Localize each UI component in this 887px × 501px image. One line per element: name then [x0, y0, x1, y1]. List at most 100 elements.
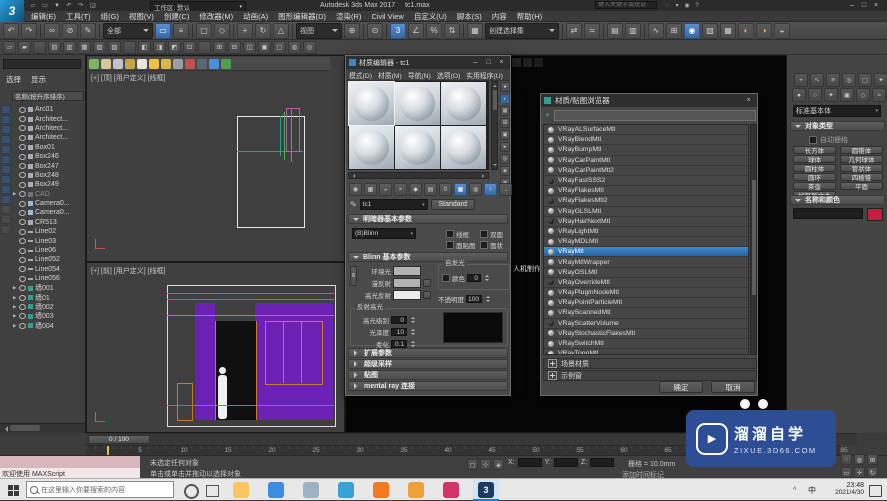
- material-list-item[interactable]: VRayMtlWrapper: [544, 257, 748, 267]
- layer-manager-icon[interactable]: ▤: [607, 23, 623, 39]
- foliage-icon[interactable]: [221, 59, 231, 69]
- viewport-front[interactable]: [+] [前] [用户定义] [线框]: [86, 262, 345, 433]
- material-list-item[interactable]: VRayLightMtl: [544, 227, 748, 237]
- explorer-search-input[interactable]: [3, 59, 81, 69]
- material-list-item[interactable]: VRaySwitchMtl: [544, 339, 748, 349]
- me-menu-item[interactable]: 导航(N): [405, 69, 434, 80]
- rotate-icon[interactable]: ↻: [255, 23, 271, 39]
- make-unique-icon[interactable]: ◆: [409, 183, 422, 196]
- filter-geometry-icon[interactable]: [1, 105, 11, 114]
- scene-object-row[interactable]: Arc01: [13, 105, 86, 114]
- cone-primitive-icon[interactable]: [101, 59, 111, 69]
- visibility-eye-icon[interactable]: [19, 172, 26, 178]
- menu-item[interactable]: 组(G): [96, 11, 124, 22]
- browser-scrollbar[interactable]: [750, 124, 757, 355]
- separator[interactable]: [386, 24, 387, 38]
- visibility-eye-icon[interactable]: [19, 210, 26, 216]
- material-list-item[interactable]: VRayMDLMtl: [544, 237, 748, 247]
- spacewarps-category-icon[interactable]: ≈: [872, 88, 886, 102]
- visibility-eye-icon[interactable]: [19, 163, 26, 169]
- display-tab-icon[interactable]: ▢: [858, 73, 872, 87]
- undo-icon[interactable]: ↶: [3, 23, 19, 39]
- scroll-left-arrow-icon[interactable]: [351, 174, 355, 178]
- visibility-eye-icon[interactable]: [19, 285, 26, 291]
- menu-item[interactable]: 创建(C): [159, 11, 194, 22]
- material-editor-icon[interactable]: ◉: [684, 23, 700, 39]
- material-list-item[interactable]: VRayFlakesMtl2: [544, 196, 748, 206]
- wire-checkbox[interactable]: [446, 230, 454, 238]
- put-to-scene-icon[interactable]: ▦: [364, 183, 377, 196]
- specular-level-field[interactable]: 0: [391, 316, 407, 324]
- primitive-button[interactable]: 几何球体: [840, 155, 883, 163]
- scene-object-row[interactable]: Line02: [13, 227, 86, 236]
- graphite-ribbon-icon[interactable]: ▥: [625, 23, 641, 39]
- visibility-eye-icon[interactable]: [19, 238, 26, 244]
- filter-bones-icon[interactable]: [1, 185, 11, 194]
- me-close-button[interactable]: ×: [496, 58, 507, 67]
- explorer-settings-icon[interactable]: [1, 225, 11, 234]
- render-in-cloud-icon[interactable]: ◑: [756, 23, 772, 39]
- scroll-up-arrow-icon[interactable]: [493, 83, 497, 87]
- material-list-item[interactable]: VRayFlakesMtl: [544, 186, 748, 196]
- visibility-eye-icon[interactable]: [19, 135, 26, 141]
- rollout-object-type[interactable]: 对象类型: [790, 121, 885, 131]
- visibility-eye-icon[interactable]: [19, 276, 26, 282]
- pyramid-primitive-icon[interactable]: [137, 59, 147, 69]
- railing-icon[interactable]: [173, 59, 183, 69]
- video-color-check-icon[interactable]: ▣: [500, 130, 510, 140]
- separator[interactable]: [463, 24, 464, 38]
- extra-tool-icon-1[interactable]: ▱: [3, 41, 16, 54]
- scene-object-row[interactable]: Architect...: [13, 133, 86, 142]
- specular-level-spinner[interactable]: [409, 316, 416, 325]
- browser-360-icon[interactable]: [298, 479, 324, 501]
- scene-object-row[interactable]: ▶ CAD: [13, 190, 86, 199]
- extra-tool-icon-11[interactable]: ⊡: [183, 41, 196, 54]
- primitive-button[interactable]: 四棱锥: [840, 173, 883, 181]
- menu-item[interactable]: 自定义(U): [409, 11, 452, 22]
- filter-lights-icon[interactable]: [1, 125, 11, 134]
- me-menu-item[interactable]: 材质(M): [375, 69, 405, 80]
- material-list-item[interactable]: VRayOverrideMtl: [544, 278, 748, 288]
- diffuse-color-swatch[interactable]: [393, 278, 421, 288]
- primitive-button[interactable]: 圆锥体: [840, 146, 883, 154]
- filter-spacewarps-icon[interactable]: [1, 155, 11, 164]
- me-menu-item[interactable]: 模式(D): [346, 69, 375, 80]
- align-icon[interactable]: ≍: [584, 23, 600, 39]
- scene-object-row[interactable]: Box01: [13, 143, 86, 152]
- app-pink-icon[interactable]: [438, 479, 464, 501]
- opacity-spinner[interactable]: [484, 295, 491, 304]
- sample-slot[interactable]: [441, 82, 486, 125]
- extra-tool-icon-17[interactable]: ◍: [288, 41, 301, 54]
- material-list-item[interactable]: VRayOSLMtl: [544, 268, 748, 278]
- glossiness-spinner[interactable]: [409, 328, 416, 337]
- browser-close-button[interactable]: ×: [743, 96, 754, 105]
- app-orange-icon[interactable]: [403, 479, 429, 501]
- visibility-eye-icon[interactable]: [19, 219, 26, 225]
- rendered-frame-window-icon[interactable]: ▦: [720, 23, 736, 39]
- angle-snap-icon[interactable]: ∠: [408, 23, 424, 39]
- percent-snap-icon[interactable]: %: [426, 23, 442, 39]
- primitive-category-dropdown[interactable]: 标准基本体 ▾: [793, 105, 881, 117]
- taskbar-search-box[interactable]: 在这里输入你要搜索的内容: [26, 481, 174, 498]
- offset-mode-icon[interactable]: ⊹: [480, 459, 491, 470]
- capsule-icon[interactable]: [185, 59, 195, 69]
- redo-small-icon[interactable]: ↷: [76, 1, 86, 10]
- separator[interactable]: [363, 24, 364, 38]
- clock[interactable]: 23:48 2021/4/30: [822, 482, 864, 496]
- menu-item[interactable]: 动画(A): [238, 11, 273, 22]
- autogrid-checkbox[interactable]: [809, 136, 817, 144]
- scene-object-row[interactable]: ▶ 墙01: [13, 293, 86, 302]
- opacity-value-field[interactable]: 100: [466, 295, 482, 303]
- separator[interactable]: [198, 41, 211, 54]
- extra-tool-icon-2[interactable]: ▰: [18, 41, 31, 54]
- material-list-item[interactable]: VRayStochasticFlakesMtl: [544, 329, 748, 339]
- go-to-parent-icon[interactable]: ↑: [484, 183, 497, 196]
- explorer-sort-header[interactable]: 名称(按升序排序): [12, 91, 84, 101]
- close-button[interactable]: ×: [870, 1, 882, 10]
- rollout-collapsed[interactable]: 超级采样: [348, 359, 508, 369]
- face-map-checkbox[interactable]: [446, 241, 454, 249]
- scroll-down-arrow-icon[interactable]: [493, 164, 497, 168]
- filter-hidden-icon[interactable]: [1, 215, 11, 224]
- reset-map-icon[interactable]: ×: [394, 183, 407, 196]
- viewport-top[interactable]: [+] [顶] [用户定义] [线框]: [86, 55, 345, 262]
